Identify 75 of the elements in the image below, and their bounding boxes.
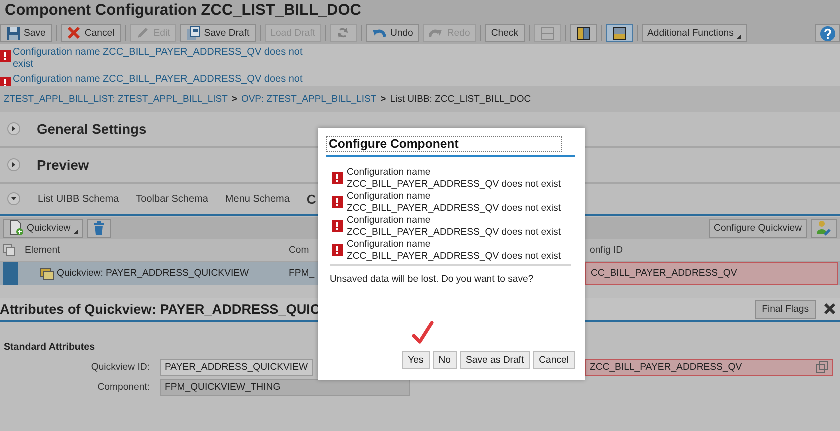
trash-icon: [92, 220, 106, 236]
tab[interactable]: Menu Schema: [225, 194, 290, 204]
layout-icon: [612, 26, 627, 40]
input-field[interactable]: PAYER_ADDRESS_QUICKVIEW: [160, 358, 313, 376]
dialog-button[interactable]: No: [432, 351, 457, 369]
tab[interactable]: List UIBB Schema: [38, 194, 120, 204]
error-message[interactable]: Configuration name ZCC_BILL_PAYER_ADDRESS_QV does not exist: [13, 47, 313, 71]
layout-icon: [576, 26, 591, 40]
column-header: Element: [25, 244, 60, 256]
toolbar-button[interactable]: Check: [485, 24, 525, 42]
new-document-icon: [8, 220, 24, 236]
toolbar-button[interactable]: Save Draft: [180, 24, 256, 42]
pencil-icon: [136, 26, 151, 40]
layout-icon: [540, 26, 555, 40]
table-cell: FPM_: [289, 268, 315, 279]
tab[interactable]: Toolbar Schema: [136, 194, 208, 204]
help-button[interactable]: [815, 24, 840, 42]
toolbar-button[interactable]: Undo: [366, 24, 420, 42]
expand-icon[interactable]: [7, 158, 21, 172]
error-icon: [332, 220, 343, 232]
panel-title: Attributes of Quickview: PAYER_ADDRESS_QUIC: [0, 302, 320, 316]
field-value: ZCC_BILL_PAYER_ADDRESS_QV: [590, 362, 742, 372]
section-title[interactable]: Preview: [37, 158, 90, 172]
error-icon: [332, 196, 343, 208]
table-cell: Quickview: PAYER_ADDRESS_QUICKVIEW: [57, 268, 250, 279]
add-button[interactable]: Quickview: [3, 218, 83, 238]
close-icon[interactable]: [824, 303, 836, 315]
column-header: Com: [289, 244, 310, 256]
input-field[interactable]: ZCC_BILL_PAYER_ADDRESS_QV: [585, 358, 833, 376]
dialog-button[interactable]: Save as Draft: [460, 351, 530, 369]
copy-icon[interactable]: [816, 361, 828, 373]
error-icon: [0, 50, 11, 62]
error-icon: [332, 172, 343, 184]
help-icon: [820, 26, 835, 40]
section-title[interactable]: General Settings: [37, 122, 147, 136]
toolbar-button[interactable]: Cancel: [60, 24, 121, 42]
error-icon: [332, 244, 343, 256]
select-all-icon[interactable]: [3, 244, 15, 256]
final-flags-button[interactable]: Final Flags: [755, 300, 816, 318]
breadcrumb-separator: >: [380, 94, 386, 104]
column-header: onfig ID: [590, 244, 624, 256]
quickview-icon: [40, 268, 54, 280]
page-title: Component Configuration ZCC_LIST_BILL_DOC: [5, 1, 362, 21]
error-message: Configuration name ZCC_BILL_PAYER_ADDRESS_QV does not exist: [347, 167, 561, 190]
document-icon: [186, 26, 202, 40]
input-field[interactable]: FPM_QUICKVIEW_THING: [160, 378, 410, 396]
tab[interactable]: C: [306, 192, 316, 206]
icon-button[interactable]: [570, 24, 597, 42]
error-icon: [0, 77, 11, 86]
group-title: Standard Attributes: [4, 342, 96, 353]
delete-button[interactable]: [86, 218, 111, 238]
cross-icon: [66, 26, 82, 40]
error-message: Configuration name ZCC_BILL_PAYER_ADDRESS_QV does not exist: [347, 191, 561, 214]
dialog-button[interactable]: Cancel: [533, 351, 575, 369]
expand-icon[interactable]: [7, 122, 21, 136]
caret-icon: [74, 230, 78, 234]
expand-icon[interactable]: [7, 192, 21, 206]
dialog-button[interactable]: Yes: [402, 351, 430, 369]
error-message: Configuration name ZCC_BILL_PAYER_ADDRESS_QV does not exist: [347, 239, 561, 262]
menu-button[interactable]: Additional Functions: [642, 24, 747, 42]
table-cell: CC_BILL_PAYER_ADDRESS_QV: [585, 262, 838, 285]
dialog-message: Unsaved data will be lost. Do you want to save?: [330, 274, 535, 285]
error-message: Configuration name ZCC_BILL_PAYER_ADDRESS_QV does not exist: [347, 215, 561, 238]
toolbar-button[interactable]: Save: [0, 24, 52, 42]
field-label: Component:: [96, 382, 150, 392]
checkmark-icon: [412, 321, 434, 345]
breadcrumb-current: List UIBB: ZCC_LIST_BILL_DOC: [390, 94, 532, 104]
error-message[interactable]: Configuration name ZCC_BILL_PAYER_ADDRESS_QV does not: [13, 74, 313, 86]
dialog-title: Configure Component: [326, 136, 562, 152]
person-wrench-icon: [816, 220, 832, 236]
icon-button[interactable]: [606, 24, 633, 42]
configure-button[interactable]: Configure Quickview: [709, 218, 807, 238]
field-label: Quickview ID:: [90, 362, 150, 372]
caret-icon: [736, 35, 741, 39]
breadcrumb-separator: >: [232, 94, 238, 104]
